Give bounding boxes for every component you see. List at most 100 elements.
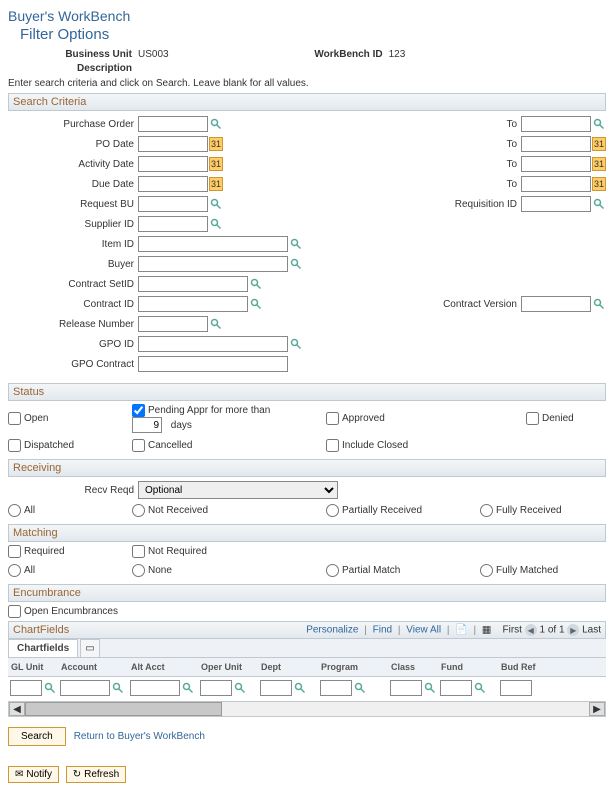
personalize-link[interactable]: Personalize (306, 625, 358, 636)
col-fund[interactable]: Fund (438, 658, 498, 676)
po-date-to-input[interactable] (521, 136, 591, 152)
open-checkbox[interactable]: Open (8, 412, 108, 425)
account-input[interactable] (60, 680, 110, 696)
supplier-id-input[interactable] (138, 216, 208, 232)
col-account[interactable]: Account (58, 658, 128, 676)
chartfields-tab[interactable]: Chartfields (8, 639, 78, 657)
recv-reqd-select[interactable]: Optional (138, 481, 338, 499)
not-received-radio[interactable]: Not Received (132, 504, 302, 517)
lookup-icon[interactable] (181, 681, 195, 695)
calendar-icon[interactable]: 31 (592, 177, 606, 191)
next-icon[interactable]: ▶ (567, 624, 579, 636)
fully-received-radio[interactable]: Fully Received (480, 504, 562, 517)
lookup-icon[interactable] (249, 277, 263, 291)
include-closed-checkbox[interactable]: Include Closed (326, 439, 456, 452)
matching-all-radio[interactable]: All (8, 564, 108, 577)
request-bu-input[interactable] (138, 196, 208, 212)
buyer-input[interactable] (138, 256, 288, 272)
fund-input[interactable] (440, 680, 472, 696)
calendar-icon[interactable]: 31 (592, 137, 606, 151)
not-required-checkbox[interactable]: Not Required (132, 545, 302, 558)
lookup-icon[interactable] (423, 681, 436, 695)
zoom-icon[interactable]: 📄 (455, 625, 467, 636)
prev-icon[interactable]: ◀ (525, 624, 537, 636)
lookup-icon[interactable] (289, 257, 303, 271)
gpo-id-input[interactable] (138, 336, 288, 352)
receiving-all-radio[interactable]: All (8, 504, 108, 517)
col-program[interactable]: Program (318, 658, 388, 676)
pending-days-input[interactable] (132, 417, 162, 433)
denied-checkbox[interactable]: Denied (526, 412, 586, 425)
lookup-icon[interactable] (293, 681, 307, 695)
calendar-icon[interactable]: 31 (209, 177, 223, 191)
lookup-icon[interactable] (209, 217, 223, 231)
partial-match-radio[interactable]: Partial Match (326, 564, 456, 577)
col-bud-ref[interactable]: Bud Ref (498, 658, 558, 676)
purchase-order-to-input[interactable] (521, 116, 591, 132)
requisition-id-input[interactable] (521, 196, 591, 212)
due-date-input[interactable] (138, 176, 208, 192)
program-input[interactable] (320, 680, 352, 696)
partially-received-radio[interactable]: Partially Received (326, 504, 456, 517)
lookup-icon[interactable] (473, 681, 487, 695)
contract-version-input[interactable] (521, 296, 591, 312)
refresh-button[interactable]: ↻Refresh (66, 766, 126, 783)
lookup-icon[interactable] (209, 317, 223, 331)
pending-checkbox[interactable]: Pending Appr for more than (132, 404, 302, 417)
gl-unit-input[interactable] (10, 680, 42, 696)
notify-button[interactable]: ✉Notify (8, 766, 59, 783)
col-dept[interactable]: Dept (258, 658, 318, 676)
calendar-icon[interactable]: 31 (209, 137, 223, 151)
activity-date-to-input[interactable] (521, 156, 591, 172)
required-checkbox[interactable]: Required (8, 545, 108, 558)
purchase-order-input[interactable] (138, 116, 208, 132)
cancelled-checkbox[interactable]: Cancelled (132, 439, 302, 452)
lookup-icon[interactable] (249, 297, 263, 311)
gpo-contract-input[interactable] (138, 356, 288, 372)
expand-tab-icon[interactable]: ▭ (80, 639, 99, 657)
find-link[interactable]: Find (373, 625, 392, 636)
lookup-icon[interactable] (209, 117, 223, 131)
open-encumbrances-checkbox[interactable]: Open Encumbrances (8, 605, 118, 618)
col-oper-unit[interactable]: Oper Unit (198, 658, 258, 676)
oper-unit-input[interactable] (200, 680, 232, 696)
lookup-icon[interactable] (592, 197, 606, 211)
dispatched-checkbox[interactable]: Dispatched (8, 439, 108, 452)
none-radio[interactable]: None (132, 564, 302, 577)
dept-input[interactable] (260, 680, 292, 696)
col-alt-acct[interactable]: Alt Acct (128, 658, 198, 676)
horizontal-scrollbar[interactable]: ◀ ▶ (8, 701, 606, 717)
alt-acct-input[interactable] (130, 680, 180, 696)
view-all-link[interactable]: View All (406, 625, 441, 636)
scroll-right-icon[interactable]: ▶ (589, 702, 605, 716)
lookup-icon[interactable] (289, 237, 303, 251)
col-class[interactable]: Class (388, 658, 438, 676)
lookup-icon[interactable] (592, 117, 606, 131)
class-input[interactable] (390, 680, 422, 696)
calendar-icon[interactable]: 31 (592, 157, 606, 171)
contract-id-input[interactable] (138, 296, 248, 312)
contract-setid-input[interactable] (138, 276, 248, 292)
scroll-left-icon[interactable]: ◀ (9, 702, 25, 716)
lookup-icon[interactable] (233, 681, 247, 695)
calendar-icon[interactable]: 31 (209, 157, 223, 171)
lookup-icon[interactable] (111, 681, 125, 695)
release-number-input[interactable] (138, 316, 208, 332)
lookup-icon[interactable] (43, 681, 56, 695)
fully-matched-radio[interactable]: Fully Matched (480, 564, 558, 577)
po-date-input[interactable] (138, 136, 208, 152)
approved-checkbox[interactable]: Approved (326, 412, 456, 425)
grid-icon[interactable]: ▦ (482, 625, 491, 636)
col-gl-unit[interactable]: GL Unit (8, 658, 58, 676)
return-link[interactable]: Return to Buyer's WorkBench (74, 731, 205, 742)
bud-ref-input[interactable] (500, 680, 532, 696)
item-id-input[interactable] (138, 236, 288, 252)
search-button[interactable]: Search (8, 727, 66, 746)
lookup-icon[interactable] (289, 337, 303, 351)
lookup-icon[interactable] (592, 297, 606, 311)
activity-date-input[interactable] (138, 156, 208, 172)
lookup-icon[interactable] (353, 681, 367, 695)
lookup-icon[interactable] (209, 197, 223, 211)
chartfields-header: ChartFields (13, 624, 69, 636)
due-date-to-input[interactable] (521, 176, 591, 192)
